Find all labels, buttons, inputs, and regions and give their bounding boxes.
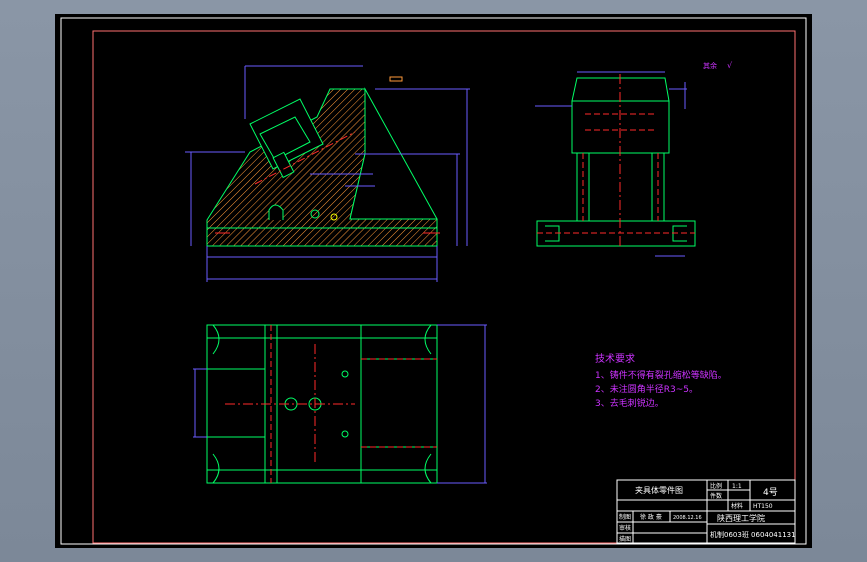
tech-req-item: 3、去毛刺锐边。 bbox=[595, 397, 664, 409]
material-label: 材料 bbox=[731, 502, 743, 510]
scale-value: 1:1 bbox=[732, 483, 742, 490]
tech-req-heading: 技术要求 bbox=[595, 352, 635, 365]
designer-name: 徐 政 豪 bbox=[640, 513, 662, 521]
tech-req-item: 2、未注圆角半径R3~5。 bbox=[595, 383, 698, 395]
front-view bbox=[185, 65, 470, 282]
side-view: 其余 √ bbox=[535, 61, 733, 257]
qty-label: 件数 bbox=[710, 492, 722, 500]
tech-requirements: 技术要求 1、铸件不得有裂孔缩松等缺陷。 2、未注圆角半径R3~5。 3、去毛刺… bbox=[595, 352, 727, 409]
class-info: 机制0603班 0604041131 bbox=[710, 530, 796, 539]
sheet-number: 4号 bbox=[763, 487, 778, 498]
top-view bbox=[193, 324, 487, 484]
checker-label: 审核 bbox=[619, 524, 631, 532]
drawing-date: 2008.12.16 bbox=[673, 515, 702, 521]
outer-sheet-border bbox=[60, 17, 807, 545]
cad-viewport[interactable]: 其余 √ 技术要求 1、铸件不得有裂孔缩松等缺陷。 2、未注圆角半径R3~5。 … bbox=[55, 14, 812, 548]
title-block: 夹具体零件图 比例 1:1 件数 4号 材料 HT150 制图 徐 政 豪 20… bbox=[616, 479, 796, 544]
roughness-note: 其余 bbox=[703, 61, 717, 70]
part-name: 夹具体零件图 bbox=[635, 485, 683, 495]
scale-label: 比例 bbox=[710, 482, 722, 490]
review-label: 描图 bbox=[619, 535, 631, 543]
material-value: HT150 bbox=[753, 503, 773, 510]
svg-text:√: √ bbox=[727, 61, 733, 70]
school-name: 陕西理工学院 bbox=[717, 513, 765, 523]
drawing-sheet: 其余 √ 技术要求 1、铸件不得有裂孔缩松等缺陷。 2、未注圆角半径R3~5。 … bbox=[60, 17, 807, 545]
designer-label: 制图 bbox=[619, 513, 631, 521]
inner-frame-border bbox=[92, 30, 796, 544]
tech-req-item: 1、铸件不得有裂孔缩松等缺陷。 bbox=[595, 369, 727, 381]
